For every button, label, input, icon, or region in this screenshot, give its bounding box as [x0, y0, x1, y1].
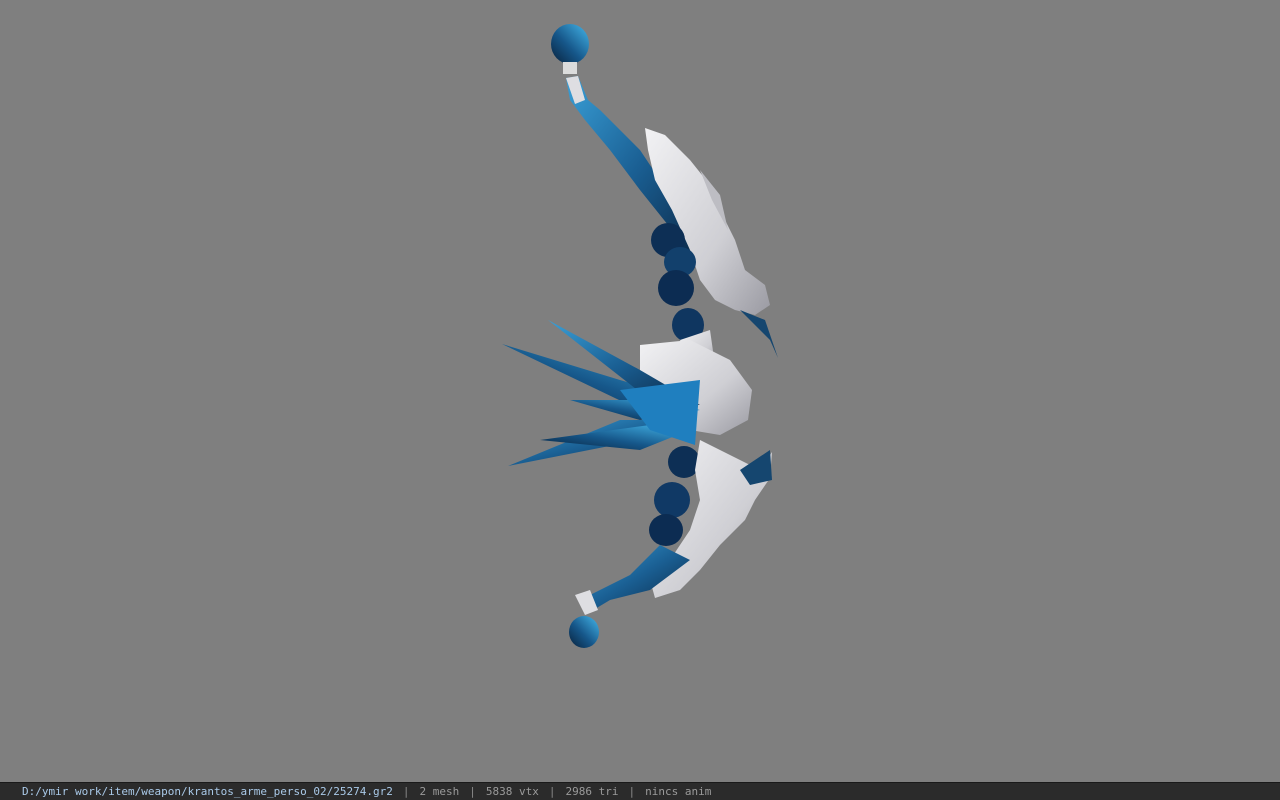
mesh-count: 2 mesh [419, 785, 460, 798]
separator: | [469, 785, 476, 798]
3d-viewport[interactable] [0, 0, 1280, 782]
bow-model [502, 24, 778, 648]
triangle-count: 2986 tri [565, 785, 619, 798]
bottom-crystal-orb [569, 616, 599, 648]
animation-status: nincs anim [645, 785, 712, 798]
grip-with-crystal-wings [502, 320, 752, 466]
separator: | [548, 785, 556, 798]
upper-limb [566, 76, 778, 370]
status-bar: D:/ymir work/item/weapon/krantos_arme_pe… [0, 782, 1280, 800]
lower-limb [575, 440, 772, 615]
separator: | [628, 785, 636, 798]
vertex-count: 5838 vtx [485, 785, 539, 798]
separator: | [402, 785, 410, 798]
file-path: D:/ymir work/item/weapon/krantos_arme_pe… [22, 785, 393, 798]
top-crystal-orb [551, 24, 589, 74]
